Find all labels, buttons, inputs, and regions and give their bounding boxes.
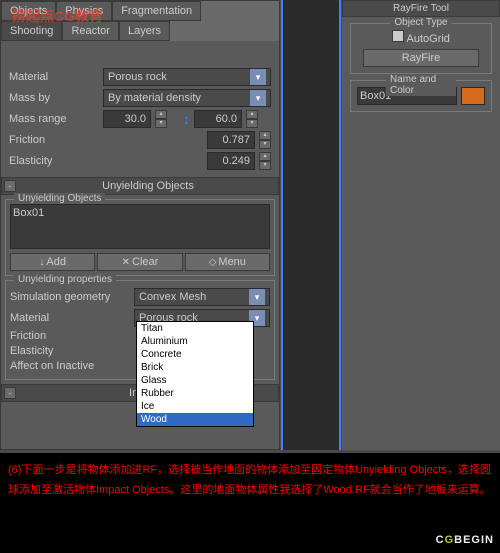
uny-material-label: Material — [10, 312, 130, 324]
spinner-up-icon[interactable]: ▴ — [259, 131, 271, 140]
spinner-up-icon[interactable]: ▴ — [246, 110, 258, 119]
spinner-down-icon[interactable]: ▾ — [259, 140, 271, 149]
unyprops-legend: Unyielding properties — [14, 274, 116, 285]
color-swatch[interactable] — [461, 87, 485, 105]
spinner-down-icon[interactable]: ▾ — [155, 119, 167, 128]
friction-input[interactable] — [207, 131, 255, 149]
tutorial-caption: (6)下面一步是将物体添加进RF，选择被当作地面的物体添加至固定物体Unyiel… — [0, 453, 500, 553]
menu-button[interactable]: ◇Menu — [185, 253, 270, 271]
collapse-icon[interactable]: - — [4, 387, 16, 399]
tab-physics[interactable]: Physics — [56, 1, 112, 21]
option-concrete[interactable]: Concrete — [137, 348, 253, 361]
list-item[interactable]: Box01 — [13, 207, 267, 219]
material-dropdown[interactable]: Porous rock ▾ — [103, 68, 271, 86]
uny-elasticity-label: Elasticity — [10, 345, 100, 357]
rayfire-tool-title: RayFire Tool — [342, 0, 500, 17]
simgeo-dropdown[interactable]: Convex Mesh ▾ — [134, 288, 270, 306]
option-rubber[interactable]: Rubber — [137, 387, 253, 400]
spinner-up-icon[interactable]: ▴ — [259, 152, 271, 161]
spinner-down-icon[interactable]: ▾ — [259, 161, 271, 170]
tab-objects[interactable]: Objects — [1, 1, 56, 21]
collapse-icon[interactable]: - — [4, 180, 16, 192]
chevron-down-icon: ▾ — [250, 90, 266, 106]
elasticity-label: Elasticity — [9, 155, 99, 167]
name-color-legend: Name and Color — [386, 74, 456, 96]
autogrid-label: AutoGrid — [407, 33, 450, 45]
add-button[interactable]: ↓Add — [10, 253, 95, 271]
uny-friction-label: Friction — [10, 330, 100, 342]
unyielding-list-legend: Unyielding Objects — [14, 193, 105, 204]
x-icon: ✕ — [122, 257, 130, 268]
friction-label: Friction — [9, 134, 99, 146]
option-aluminium[interactable]: Aluminium — [137, 335, 253, 348]
massby-label: Mass by — [9, 92, 99, 104]
unyielding-header: Unyielding Objects — [20, 180, 276, 192]
massrange-max-input[interactable] — [194, 110, 242, 128]
arrow-down-icon: ↓ — [39, 257, 44, 268]
massrange-label: Mass range — [9, 113, 99, 125]
rayfire-button[interactable]: RayFire — [363, 49, 478, 67]
clear-button[interactable]: ✕Clear — [97, 253, 182, 271]
simgeo-label: Simulation geometry — [10, 291, 130, 303]
material-options-list[interactable]: Titan Aluminium Concrete Brick Glass Rub… — [136, 321, 254, 427]
unyielding-listbox[interactable]: Box01 — [10, 204, 270, 249]
tab-shooting[interactable]: Shooting — [1, 21, 62, 41]
material-label: Material — [9, 71, 99, 83]
chevron-down-icon: ▾ — [249, 289, 265, 305]
tab-reactor[interactable]: Reactor — [62, 21, 119, 41]
option-ice[interactable]: Ice — [137, 400, 253, 413]
option-wood[interactable]: Wood — [137, 413, 253, 426]
massrange-min-input[interactable] — [103, 110, 151, 128]
tab-layers[interactable]: Layers — [119, 21, 170, 41]
elasticity-input[interactable] — [207, 152, 255, 170]
affect-inactive-label: Affect on Inactive — [10, 360, 130, 372]
viewport-3d[interactable] — [281, 0, 341, 450]
tab-fragmentation[interactable]: Fragmentation — [112, 1, 201, 21]
option-titan[interactable]: Titan — [137, 322, 253, 335]
object-type-legend: Object Type — [390, 17, 451, 28]
chevron-down-icon: ▾ — [250, 69, 266, 85]
option-glass[interactable]: Glass — [137, 374, 253, 387]
diamond-icon: ◇ — [209, 257, 217, 268]
cgbegin-logo: CGBEGIN — [436, 528, 494, 549]
range-divider-icon: ↕ — [183, 111, 190, 127]
spinner-up-icon[interactable]: ▴ — [155, 110, 167, 119]
option-brick[interactable]: Brick — [137, 361, 253, 374]
massby-dropdown[interactable]: By material density ▾ — [103, 89, 271, 107]
spinner-down-icon[interactable]: ▾ — [246, 119, 258, 128]
autogrid-checkbox[interactable] — [392, 30, 404, 42]
